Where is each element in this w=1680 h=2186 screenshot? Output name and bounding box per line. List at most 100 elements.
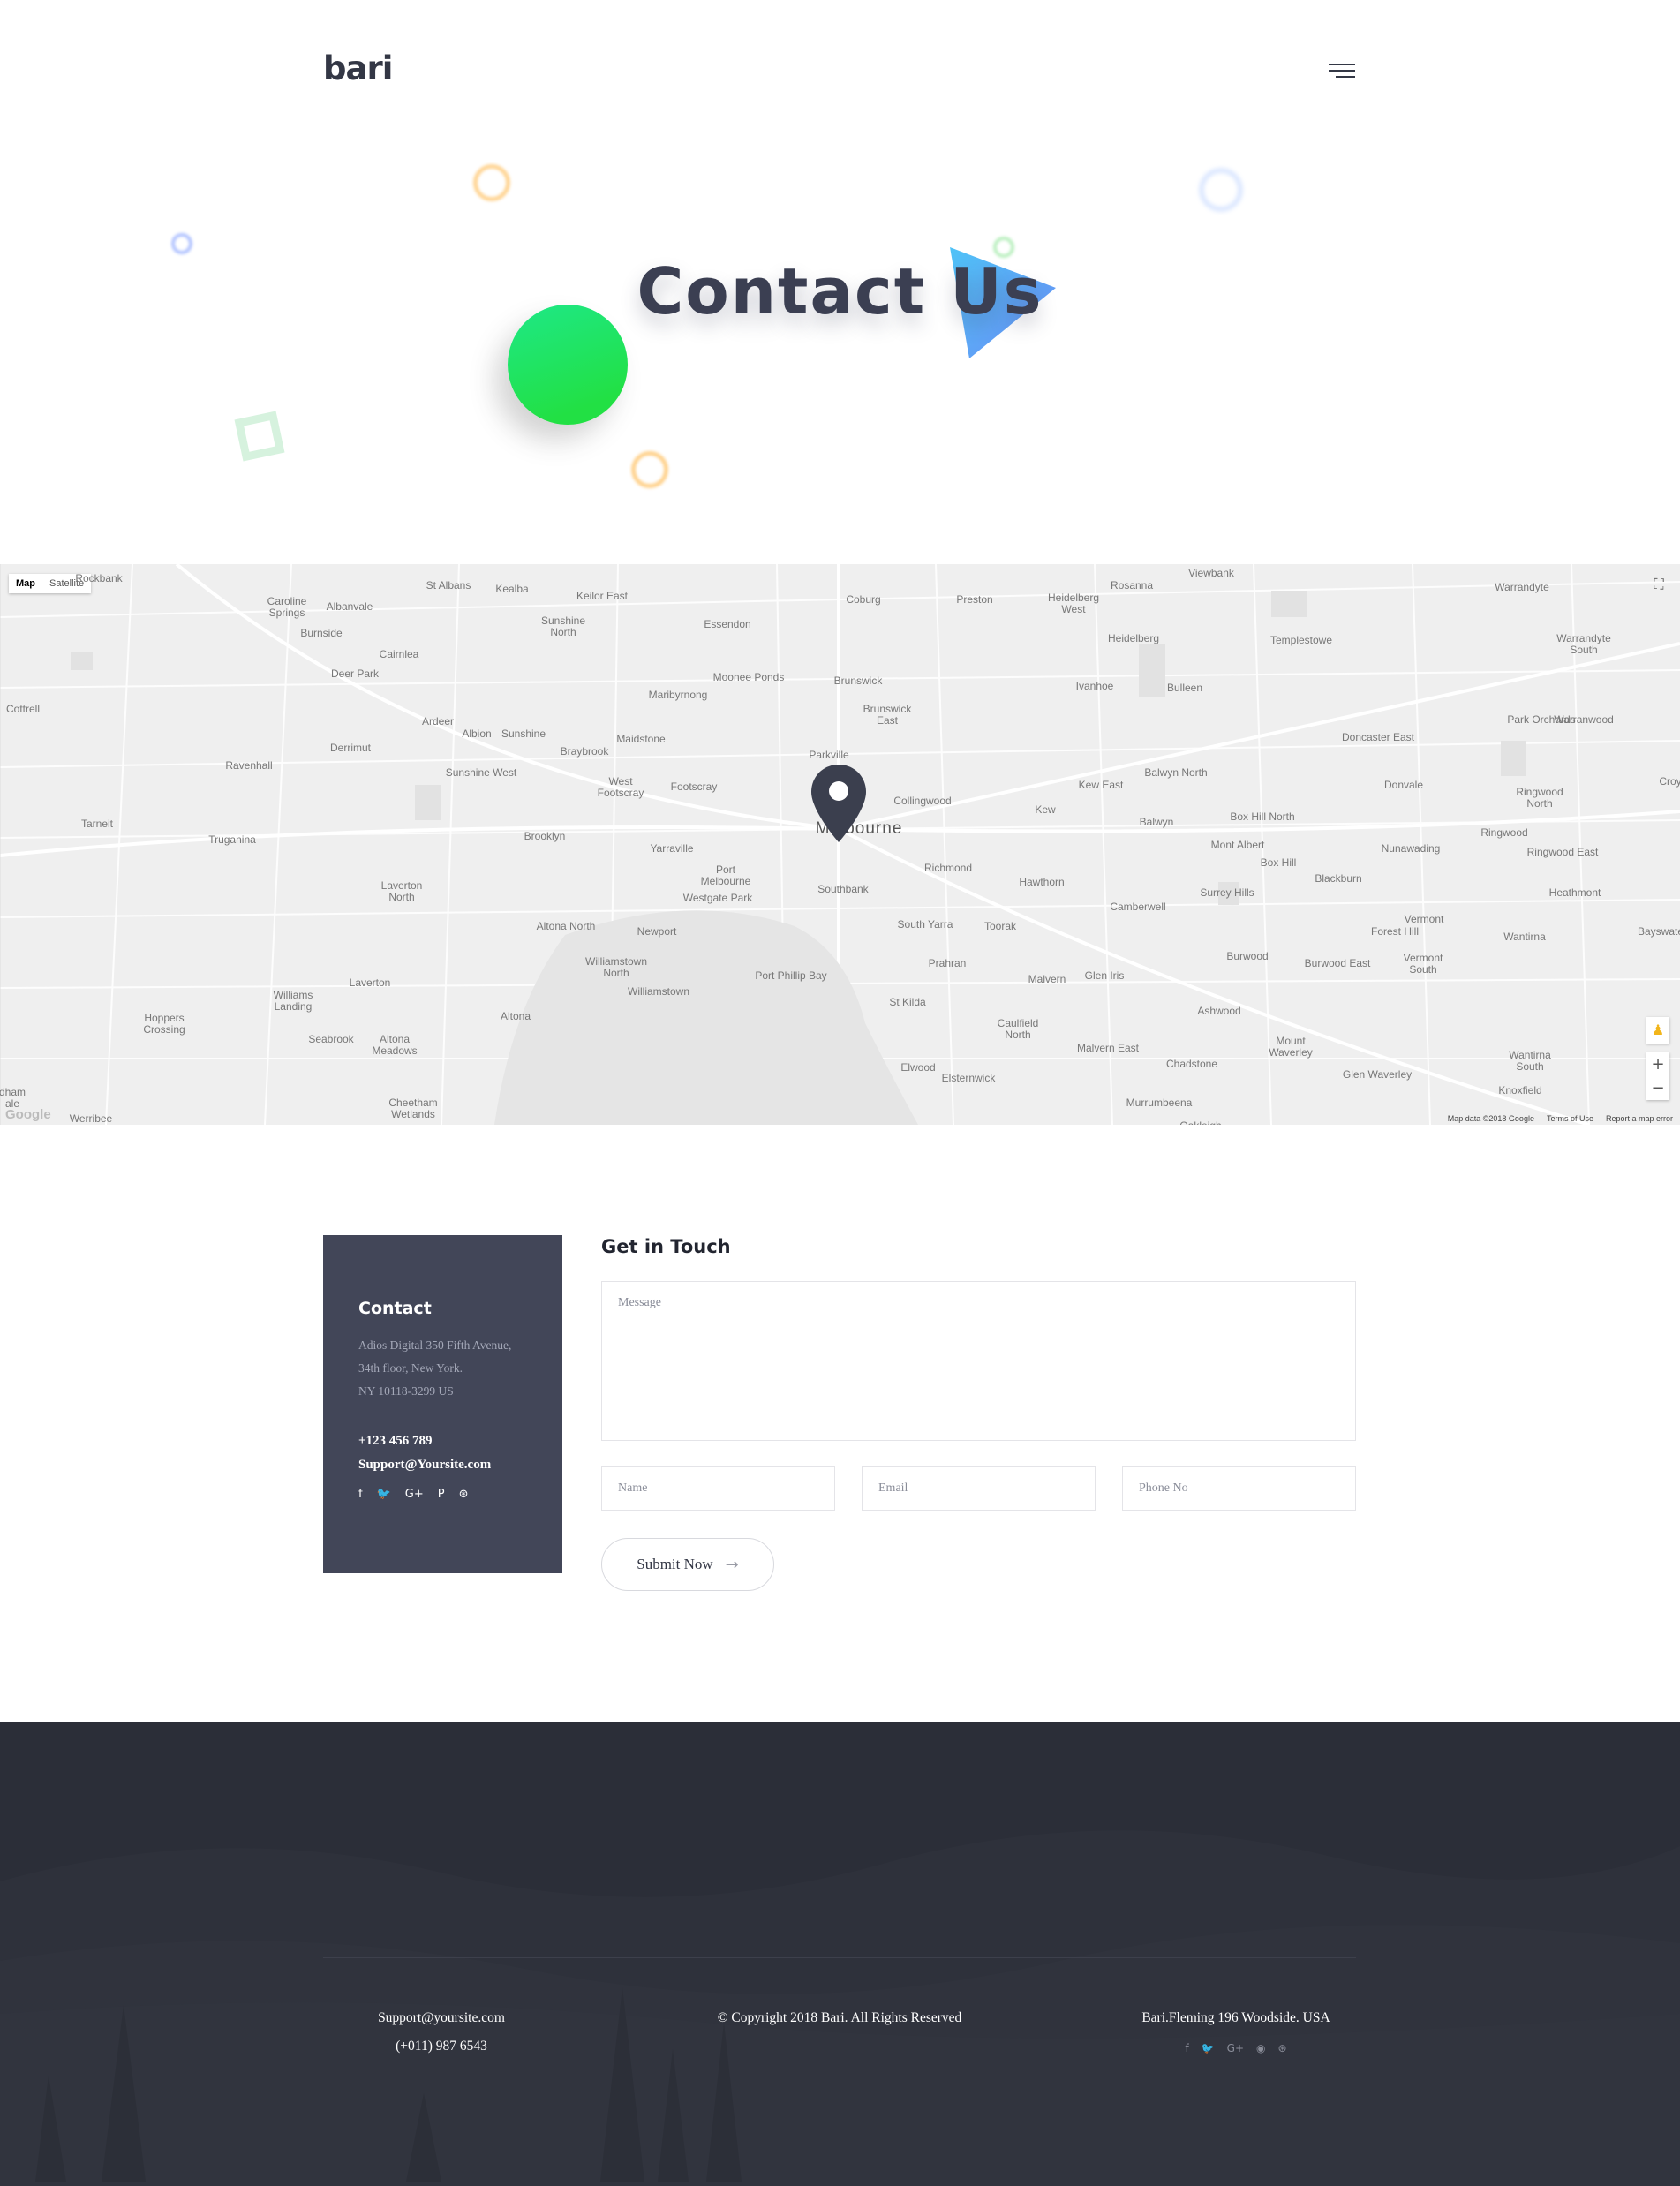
map-place-label: Vermont — [1404, 913, 1444, 925]
map-place-label: Ringwood North — [1516, 786, 1563, 810]
google-map[interactable]: Map Satellite ⛶ ♟ + − Google Map data ©2… — [0, 564, 1680, 1125]
footer-address: Bari.Fleming 196 Woodside. USA — [1141, 2010, 1330, 2025]
terms-of-use-link[interactable]: Terms of Use — [1547, 1114, 1593, 1123]
zoom-control[interactable]: + − — [1646, 1052, 1669, 1100]
address-line: Adios Digital 350 Fifth Avenue, — [358, 1338, 512, 1352]
map-place-label: Southbank — [817, 883, 869, 895]
pinterest-icon[interactable]: P — [438, 1488, 445, 1501]
map-place-label: Williams Landing — [273, 989, 313, 1013]
map-place-label: Kealba — [495, 583, 529, 595]
map-place-label: Camberwell — [1110, 901, 1166, 913]
map-place-label: Malvern — [1028, 973, 1066, 985]
contact-phone[interactable]: +123 456 789 — [358, 1429, 562, 1453]
name-field[interactable] — [601, 1466, 835, 1511]
zoom-in-button[interactable]: + — [1646, 1052, 1669, 1076]
map-place-label: Rosanna — [1110, 579, 1154, 592]
map-place-label: Warrandyte South — [1556, 632, 1611, 656]
map-place-label: Nunawading — [1381, 842, 1441, 855]
map-place-label: Albanvale — [326, 600, 373, 613]
street-view-pegman-icon[interactable]: ♟ — [1646, 1017, 1669, 1044]
orange-ring-bottom-decoration — [631, 451, 668, 488]
map-place-label: Essendon — [704, 618, 751, 630]
pinterest-icon[interactable]: ◉ — [1256, 2034, 1265, 2062]
map-place-label: Heidelberg West — [1047, 592, 1100, 615]
map-place-label: Ashwood — [1197, 1005, 1241, 1017]
map-place-label: Burwood — [1226, 950, 1269, 962]
footer-email[interactable]: Support@yoursite.com — [353, 2004, 530, 2032]
map-place-label: South Yarra — [897, 918, 953, 931]
map-place-label: Braybrook — [560, 745, 609, 758]
google-plus-icon[interactable]: G+ — [405, 1488, 424, 1501]
green-square-decoration — [234, 411, 285, 462]
footer-contact: Support@yoursite.com (+011) 987 6543 — [353, 2004, 530, 2061]
map-place-label: Ardeer — [421, 715, 455, 727]
twitter-icon[interactable]: 🐦 — [377, 1488, 391, 1501]
map-place-label: Brooklyn — [524, 830, 566, 842]
facebook-icon[interactable]: f — [1185, 2034, 1188, 2062]
map-place-label: Croy — [1659, 775, 1680, 788]
map-marker-icon[interactable] — [810, 763, 868, 844]
twitter-icon[interactable]: 🐦 — [1202, 2034, 1215, 2062]
logo[interactable]: bari — [323, 49, 393, 87]
map-place-label: Footscray — [670, 780, 718, 793]
submit-button[interactable]: Submit Now → — [601, 1538, 774, 1591]
map-place-label: Doncaster East — [1341, 731, 1415, 743]
submit-label: Submit Now — [637, 1556, 713, 1572]
map-place-label: Laverton — [349, 976, 391, 989]
map-place-label: Bayswater — [1637, 925, 1680, 938]
map-place-label: Sunshine — [501, 727, 546, 740]
phone-field[interactable] — [1122, 1466, 1356, 1511]
map-place-label: Cairnlea — [379, 648, 419, 660]
contact-email[interactable]: Support@Yoursite.com — [358, 1453, 562, 1477]
map-place-label: Surrey Hills — [1200, 886, 1254, 899]
map-place-label: Yarraville — [650, 842, 694, 855]
map-place-label: Burnside — [300, 627, 343, 639]
address-line: NY 10118-3299 US — [358, 1384, 454, 1398]
map-place-label: Coburg — [846, 593, 881, 606]
map-place-label: Sunshine North — [540, 614, 586, 638]
map-place-label: Elwood — [900, 1061, 936, 1074]
map-attribution: Map data ©2018 Google Terms of Use Repor… — [1448, 1114, 1673, 1123]
map-place-label: Tarneit — [80, 818, 114, 830]
arrow-right-icon: → — [725, 1555, 739, 1574]
footer-divider — [323, 1957, 1356, 1958]
dribbble-icon[interactable]: ⊛ — [459, 1488, 469, 1501]
zoom-out-button[interactable]: − — [1646, 1076, 1669, 1100]
map-place-label: Blackburn — [1315, 872, 1362, 885]
map-place-label: Truganina — [208, 833, 256, 846]
map-type-map-button[interactable]: Map — [9, 574, 42, 593]
map-place-label: Bulleen — [1166, 682, 1203, 694]
fullscreen-icon[interactable]: ⛶ — [1648, 574, 1669, 595]
map-place-label: Malvern East — [1076, 1042, 1140, 1054]
map-place-label: Viewbank — [1188, 567, 1234, 579]
map-place-label: Burwood East — [1304, 957, 1371, 969]
contact-social-links: f 🐦 G+ P ⊛ — [358, 1488, 562, 1501]
map-place-label: Ravenhall — [225, 759, 273, 772]
google-plus-icon[interactable]: G+ — [1227, 2034, 1244, 2062]
hamburger-menu-icon[interactable] — [1327, 64, 1355, 83]
hero-section: Contact Us — [0, 132, 1680, 556]
map-place-label: Port Melbourne — [700, 863, 751, 887]
footer-background-hills — [0, 1830, 1680, 2186]
map-data-text: Map data ©2018 Google — [1447, 1114, 1534, 1123]
map-place-label: Derrimut — [329, 742, 372, 754]
map-place-label: Sunshine West — [445, 766, 517, 779]
facebook-icon[interactable]: f — [358, 1488, 363, 1501]
map-place-label: Laverton North — [380, 879, 423, 903]
message-field[interactable] — [601, 1281, 1356, 1441]
map-place-label: Hoppers Crossing — [143, 1012, 185, 1036]
dribbble-icon[interactable]: ⊛ — [1277, 2034, 1286, 2062]
map-place-label: Templestowe — [1269, 634, 1333, 646]
map-place-label: St Albans — [426, 579, 471, 592]
map-place-label: Maidstone — [616, 733, 666, 745]
footer-phone[interactable]: (+011) 987 6543 — [353, 2032, 530, 2061]
map-place-label: Kew East — [1078, 779, 1124, 791]
report-map-error-link[interactable]: Report a map error — [1606, 1114, 1673, 1123]
map-place-label: Brunswick — [833, 675, 883, 687]
map-place-label: Seabrook — [308, 1033, 354, 1045]
map-place-label: Maribyrnong — [648, 689, 708, 701]
form-title: Get in Touch — [601, 1236, 731, 1257]
email-field[interactable] — [862, 1466, 1096, 1511]
map-place-label: Mount Waverley — [1269, 1035, 1313, 1059]
map-place-label: Box Hill North — [1230, 810, 1295, 823]
